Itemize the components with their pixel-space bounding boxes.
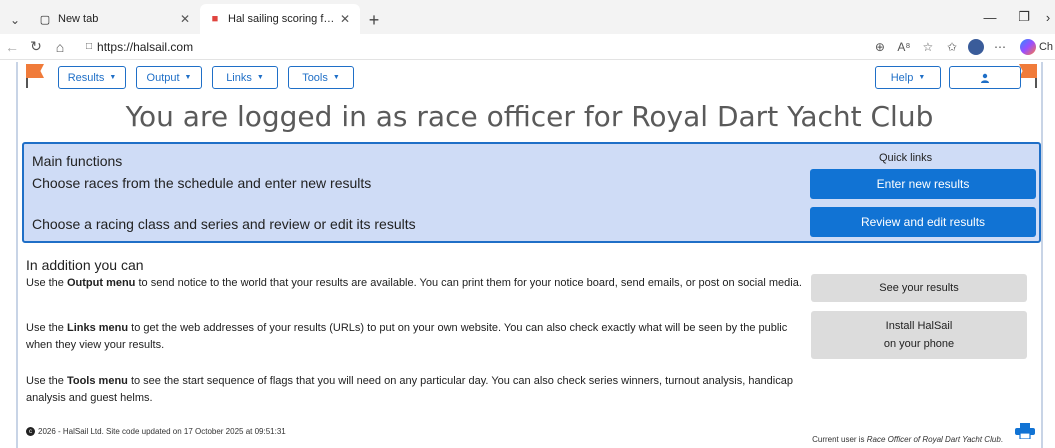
- footer-copyright: c 2026 - HalSail Ltd. Site code updated …: [26, 427, 286, 436]
- output-menu-paragraph: Use the Output menu to send notice to th…: [26, 275, 806, 292]
- menu-label: Help: [890, 71, 914, 84]
- tools-menu-paragraph: Use the Tools menu to see the start sequ…: [26, 373, 806, 407]
- enter-new-results-button[interactable]: Enter new results: [810, 169, 1036, 199]
- copilot-label: Ch: [1038, 41, 1053, 53]
- links-menu-paragraph: Use the Links menu to get the web addres…: [26, 320, 806, 354]
- tab-close-icon[interactable]: ✕: [178, 12, 192, 26]
- see-your-results-button[interactable]: See your results: [811, 274, 1027, 302]
- address-bar-actions: ⊕ A⁸ ☆ ✩ ⋯ Ch: [868, 34, 1055, 60]
- output-menu-button[interactable]: Output ▼: [136, 66, 202, 89]
- printer-icon[interactable]: [1015, 423, 1035, 439]
- new-tab-plus-icon[interactable]: +: [360, 6, 388, 34]
- back-arrow-icon[interactable]: ←: [0, 39, 24, 55]
- para-text: to see the start sequence of flags that …: [26, 375, 793, 404]
- para-text: to get the web addresses of your results…: [26, 322, 788, 351]
- footer-user-suffix: .: [1000, 435, 1003, 444]
- flag-logo-icon[interactable]: [26, 64, 44, 88]
- para-bold: Tools menu: [66, 375, 128, 387]
- favorites-list-icon[interactable]: ✩: [940, 40, 964, 54]
- footer-user-prefix: Current user is: [812, 435, 867, 444]
- copyright-text: 2026 - HalSail Ltd. Site code updated on…: [38, 427, 286, 436]
- para-bold: Links menu: [66, 322, 129, 334]
- para-text: Use the: [26, 277, 67, 289]
- main-functions-heading: Main functions: [32, 153, 123, 169]
- tools-menu-button[interactable]: Tools ▼: [288, 66, 354, 89]
- tab-close-icon[interactable]: ✕: [338, 12, 352, 26]
- caret-down-icon: ▼: [184, 74, 192, 81]
- footer-user-name: Race Officer of Royal Dart Yacht Club: [866, 435, 1001, 444]
- footer-current-user: Current user is Race Officer of Royal Da…: [812, 435, 1003, 444]
- new-tab-page-icon: ▢: [39, 13, 51, 26]
- window-controls: — ❐ ›: [973, 0, 1055, 34]
- review-results-description: Choose a racing class and series and rev…: [32, 216, 416, 232]
- user-account-button[interactable]: [949, 66, 1021, 89]
- halsail-favicon-icon: ■: [211, 13, 219, 25]
- url-text: https://halsail.com: [97, 39, 194, 54]
- links-menu-button[interactable]: Links ▼: [212, 66, 278, 89]
- home-icon[interactable]: ⌂: [48, 39, 72, 55]
- caret-down-icon: ▼: [918, 74, 926, 81]
- site-menu-bar-right: Help ▼: [875, 66, 1021, 89]
- minimize-icon[interactable]: —: [973, 10, 1007, 25]
- install-halsail-button[interactable]: Install HalSail on your phone: [811, 311, 1027, 359]
- tab-title: Hal sailing scoring for Royal Dart Y: [228, 13, 338, 25]
- url-field[interactable]: □ https://halsail.com: [78, 36, 201, 58]
- menu-label: Output: [146, 71, 180, 84]
- tab-actions-chevron-icon[interactable]: ⌄: [0, 6, 30, 34]
- browser-tab-halsail[interactable]: ■ Hal sailing scoring for Royal Dart Y ✕: [200, 4, 360, 34]
- profile-avatar-icon[interactable]: [967, 39, 984, 55]
- browser-address-bar: ← ↻ ⌂ □ https://halsail.com ⊕ A⁸ ☆ ✩ ⋯ C…: [0, 34, 1055, 60]
- lock-icon: □: [86, 41, 93, 52]
- results-menu-button[interactable]: Results ▼: [58, 66, 126, 89]
- browser-tab-new-tab[interactable]: ▢ New tab ✕: [30, 4, 200, 34]
- para-text: Use the: [26, 375, 67, 387]
- caret-down-icon: ▼: [332, 74, 340, 81]
- restore-icon[interactable]: ❐: [1007, 9, 1041, 25]
- page-title: You are logged in as race officer for Ro…: [125, 100, 934, 133]
- read-aloud-icon[interactable]: A⁸: [892, 40, 916, 54]
- main-functions-panel: Main functions Choose races from the sch…: [22, 142, 1041, 243]
- install-line1: Install HalSail: [885, 320, 953, 332]
- site-menu-bar: Results ▼ Output ▼ Links ▼ Tools ▼: [58, 66, 354, 89]
- para-text: Use the: [26, 322, 67, 334]
- menu-label: Results: [67, 71, 105, 84]
- review-edit-results-button[interactable]: Review and edit results: [810, 207, 1036, 237]
- favorite-star-icon[interactable]: ☆: [916, 40, 940, 54]
- menu-label: Tools: [302, 71, 328, 84]
- user-icon: [981, 73, 989, 83]
- page-content: Results ▼ Output ▼ Links ▼ Tools ▼ Help ▼ You…: [16, 62, 1043, 448]
- enter-results-description: Choose races from the schedule and enter…: [32, 175, 372, 191]
- para-text: to send notice to the world that your re…: [135, 277, 802, 289]
- more-dots-icon[interactable]: ⋯: [988, 40, 1012, 54]
- additional-heading: In addition you can: [26, 257, 144, 273]
- browser-tab-bar: ⌄ ▢ New tab ✕ ■ Hal sailing scoring for …: [0, 0, 1055, 34]
- caret-down-icon: ▼: [109, 74, 117, 81]
- copilot-icon[interactable]: [1019, 39, 1036, 55]
- copyright-icon: c: [26, 427, 35, 436]
- quick-links-heading: Quick links: [879, 152, 933, 164]
- menu-label: Links: [226, 71, 252, 84]
- flag-logo-icon[interactable]: [1019, 64, 1037, 88]
- para-bold: Output menu: [66, 277, 136, 289]
- install-line2: on your phone: [883, 338, 955, 350]
- zoom-icon[interactable]: ⊕: [868, 40, 892, 54]
- refresh-icon[interactable]: ↻: [24, 38, 48, 55]
- caret-down-icon: ▼: [256, 74, 264, 81]
- tab-title: New tab: [58, 13, 99, 25]
- help-menu-button[interactable]: Help ▼: [875, 66, 941, 89]
- close-window-icon[interactable]: ›: [1041, 10, 1055, 25]
